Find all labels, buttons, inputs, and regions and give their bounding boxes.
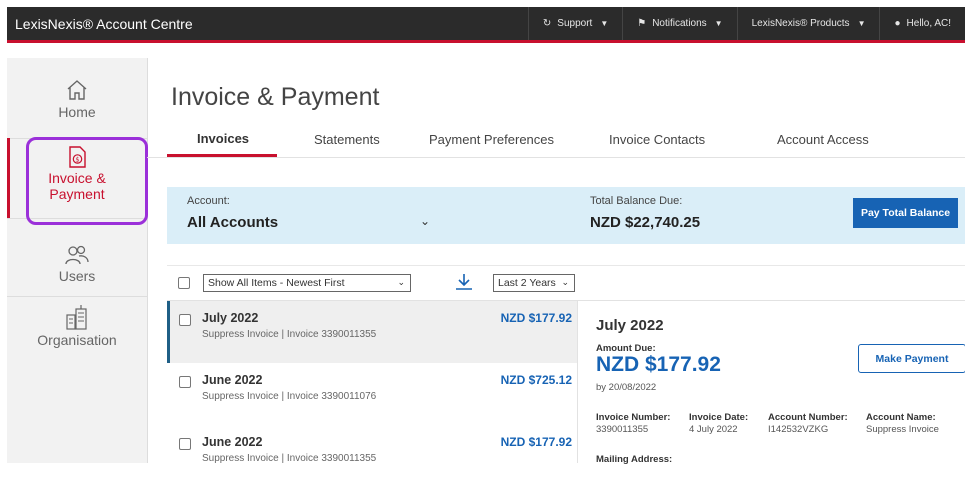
tab-invoice-contacts[interactable]: Invoice Contacts [609,132,705,147]
invoice-title: July 2022 [202,311,259,325]
invoice-amount: NZD $177.92 [500,435,572,449]
invoice-detail-panel: July 2022 Amount Due: NZD $177.92 by 20/… [577,301,965,465]
tab-account-access[interactable]: Account Access [777,132,869,147]
amount-due-value: NZD $177.92 [596,353,721,376]
chevron-down-icon: ▼ [600,19,609,28]
home-icon [67,80,87,100]
user-menu[interactable]: ● Hello, AC! [879,7,965,40]
date-range-select[interactable]: Last 2 Years ⌄ [493,274,575,292]
invoice-subtitle: Suppress Invoice | Invoice 3390011355 [202,329,377,340]
account-summary-panel: Account: All Accounts ⌄ Total Balance Du… [167,187,965,244]
row-checkbox[interactable] [179,314,191,326]
invoice-row[interactable]: July 2022 Suppress Invoice | Invoice 339… [167,301,577,363]
top-bar: LexisNexis® Account Centre ↻ Support ▼ ⚑… [7,7,965,43]
products-menu[interactable]: LexisNexis® Products ▼ [736,7,880,40]
sidebar-item-organisation[interactable]: Organisation [7,304,147,348]
main-content: Invoice & Payment Invoices Statements Pa… [147,43,965,465]
invoice-number-label: Invoice Number: [596,412,671,423]
support-icon: ↻ [542,18,552,29]
date-range-value: Last 2 Years [498,277,556,289]
invoice-number-value: 3390011355 [596,424,649,435]
chevron-down-icon: ▼ [714,19,723,28]
chevron-down-icon: ⌄ [561,277,569,287]
make-payment-button[interactable]: Make Payment [858,344,965,373]
invoice-title: June 2022 [202,373,263,387]
mailing-address-label: Mailing Address: [596,454,673,465]
brand-title: LexisNexis® Account Centre [15,16,193,32]
invoice-date-label: Invoice Date: [689,412,749,423]
row-checkbox[interactable] [179,438,191,450]
tab-invoices[interactable]: Invoices [197,131,249,146]
invoice-row[interactable]: June 2022 Suppress Invoice | Invoice 339… [167,425,577,487]
sort-filter-select[interactable]: Show All Items - Newest First ⌄ [203,274,411,292]
account-number-value: I142532VZKG [768,424,829,435]
balance-label: Total Balance Due: [590,195,683,207]
detail-title: July 2022 [596,317,664,334]
invoice-subtitle: Suppress Invoice | Invoice 3390011355 [202,453,377,464]
invoice-list: July 2022 Suppress Invoice | Invoice 339… [167,301,577,464]
products-label: LexisNexis® Products [751,18,850,29]
support-label: Support [557,18,593,29]
page-title: Invoice & Payment [171,83,380,111]
invoice-date-value: 4 July 2022 [689,424,738,435]
invoice-subtitle: Suppress Invoice | Invoice 3390011076 [202,391,377,402]
balance-value: NZD $22,740.25 [590,214,701,231]
account-number-label: Account Number: [768,412,848,423]
sidebar-item-users[interactable]: Users [7,244,147,284]
invoice-row[interactable]: June 2022 Suppress Invoice | Invoice 339… [167,363,577,425]
sidebar-item-label: Home [58,104,96,120]
tab-statements[interactable]: Statements [314,132,380,147]
chevron-down-icon: ⌄ [397,277,405,287]
support-menu[interactable]: ↻ Support ▼ [527,7,622,40]
sidebar-item-label: Users [58,268,96,284]
sidebar-item-label: Organisation [37,332,117,348]
account-label: Account: [187,195,230,207]
account-name-label: Account Name: [866,412,936,423]
user-icon: ● [894,18,901,29]
divider [7,296,147,297]
list-toolbar: Show All Items - Newest First ⌄ Last 2 Y… [167,274,965,300]
divider [167,265,965,266]
top-nav: ↻ Support ▼ ⚑ Notifications ▼ LexisNexis… [527,7,965,40]
sidebar: Home $ Invoice & Payment Users Organisat… [7,58,148,463]
building-icon [66,305,87,330]
notifications-menu[interactable]: ⚑ Notifications ▼ [622,7,736,40]
row-checkbox[interactable] [179,376,191,388]
divider [147,157,965,158]
select-all-checkbox[interactable] [178,277,190,289]
users-icon [65,245,89,265]
invoice-title: June 2022 [202,435,263,449]
account-name-value: Suppress Invoice [866,424,939,435]
highlight-annotation [26,137,148,225]
invoice-amount: NZD $725.12 [500,373,572,387]
flag-icon: ⚑ [637,18,647,29]
sidebar-item-home[interactable]: Home [7,78,147,120]
chevron-down-icon[interactable]: ⌄ [420,214,430,228]
sort-filter-value: Show All Items - Newest First [208,277,345,289]
due-date: by 20/08/2022 [596,382,657,393]
pay-total-balance-button[interactable]: Pay Total Balance [853,198,958,228]
user-greeting: Hello, AC! [906,18,951,29]
tab-payment-preferences[interactable]: Payment Preferences [429,132,554,147]
notifications-label: Notifications [652,18,707,29]
account-select[interactable]: All Accounts [187,214,278,231]
chevron-down-icon: ▼ [857,19,866,28]
invoice-amount: NZD $177.92 [500,311,572,325]
download-icon[interactable] [454,272,474,292]
